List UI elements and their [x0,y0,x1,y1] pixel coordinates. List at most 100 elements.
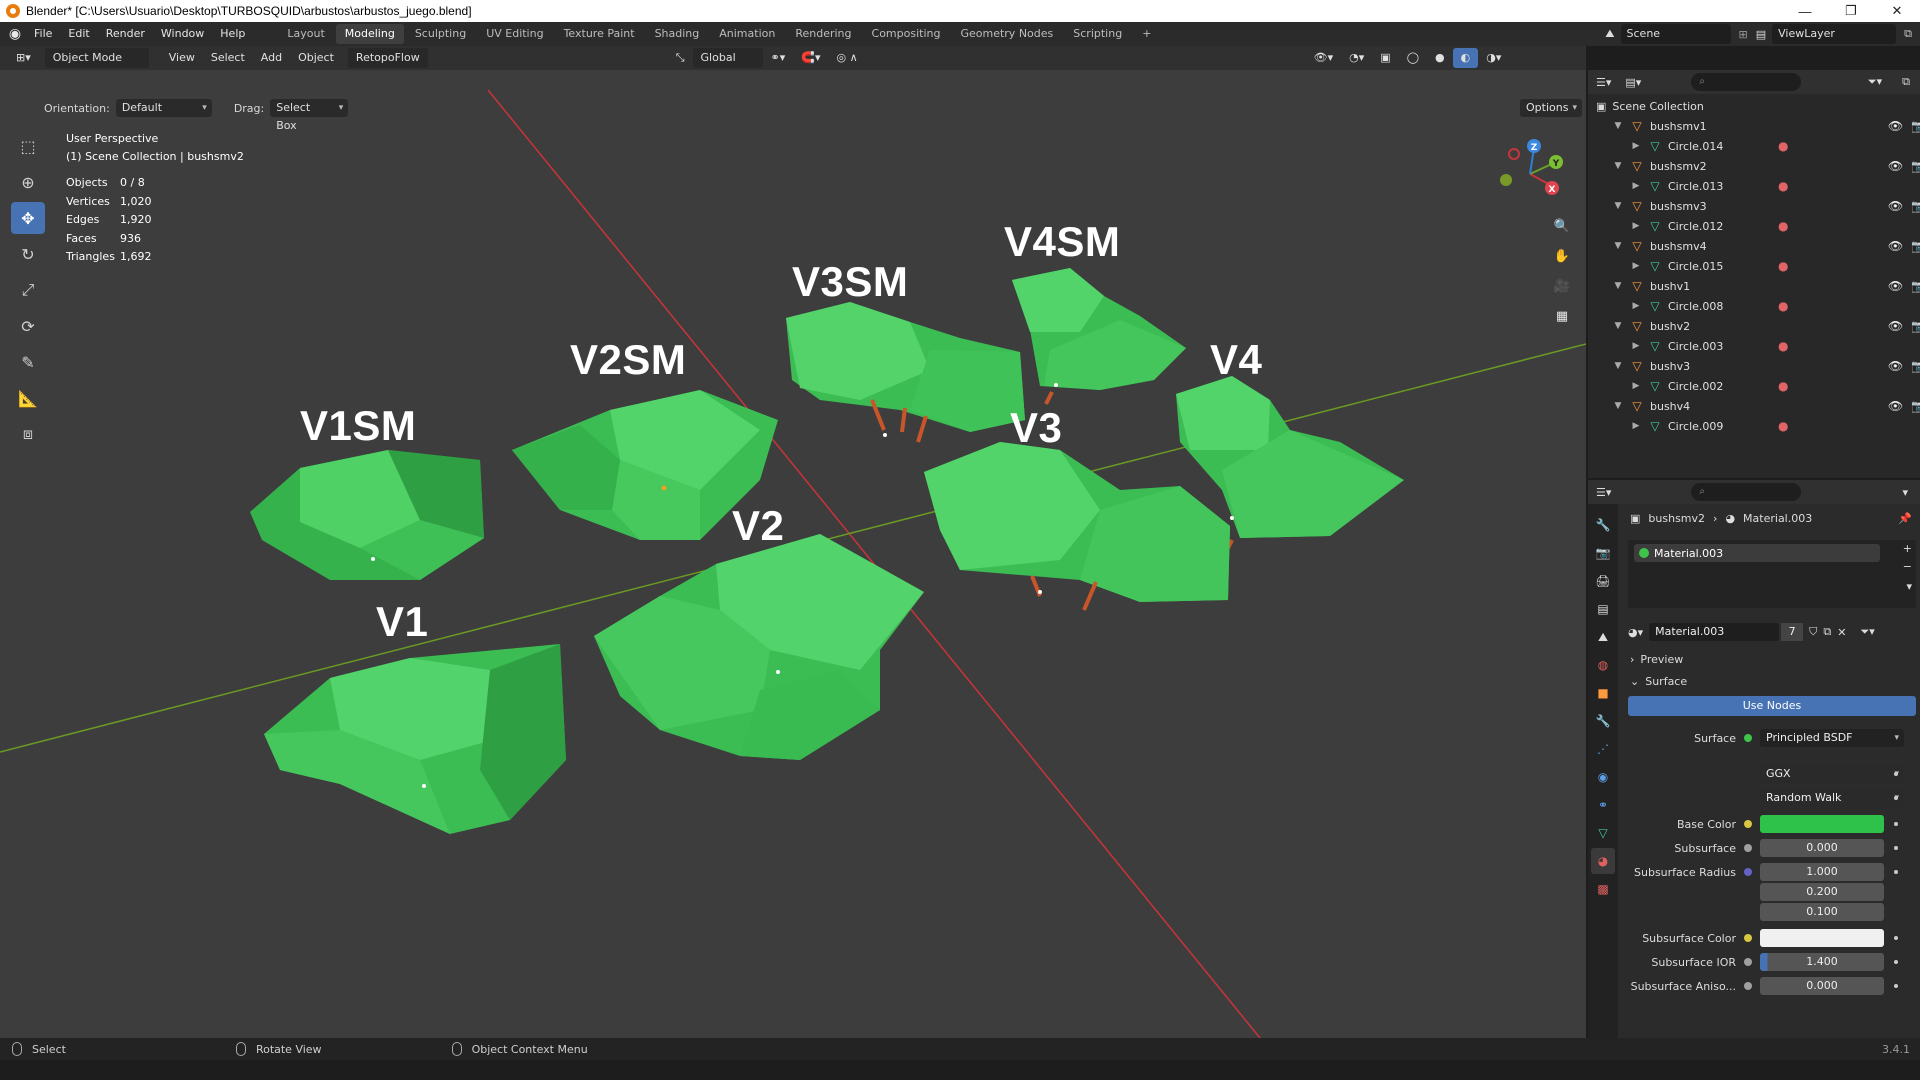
workspace-tab-scripting[interactable]: Scripting [1064,24,1131,44]
close-button[interactable]: ✕ [1874,0,1920,22]
properties-search-input[interactable]: ⌕ [1691,483,1802,501]
expand-arrow-icon[interactable]: ▶ [1630,181,1642,191]
rotate-tool-icon[interactable]: ↻ [11,238,45,270]
workspace-tab-sculpting[interactable]: Sculpting [406,24,475,44]
transform-orientation-icon[interactable]: ⤡ [668,48,693,68]
expand-arrow-icon[interactable]: ▼ [1612,401,1624,411]
outliner-mesh-row[interactable]: ▶ ▽ Circle.008 ● [1630,296,1920,316]
material-users-count[interactable]: 7 [1781,623,1804,641]
constraints-tab-icon[interactable]: ⚭ [1591,792,1615,818]
outliner-editor-icon[interactable]: ☰▾ [1596,76,1611,89]
transform-orientation-dropdown[interactable]: Global [692,48,763,68]
pan-hand-icon[interactable]: ✋ [1550,244,1574,268]
proportional-edit-icon[interactable]: ◎ ∧ [829,48,866,68]
eye-icon[interactable]: 👁 [1888,399,1903,413]
workspace-tab-compositing[interactable]: Compositing [863,24,950,44]
outliner-scene-collection[interactable]: ▣ Scene Collection [1596,96,1916,116]
view-layer-add-icon[interactable]: ⧉ [1904,27,1912,41]
expand-arrow-icon[interactable]: ▼ [1612,361,1624,371]
expand-arrow-icon[interactable]: ▶ [1630,221,1642,231]
camera-view-icon[interactable]: 🎥 [1550,274,1574,298]
add-slot-icon[interactable]: + [1903,542,1912,555]
scene-tab-icon[interactable]: ⛰ [1591,624,1615,650]
select-box-tool-icon[interactable]: ⬚ [11,130,45,162]
filter-icon[interactable]: ⏷▾ [1868,75,1882,89]
retopoflow-menu[interactable]: RetopoFlow [347,48,428,68]
expand-arrow-icon[interactable]: ▶ [1630,421,1642,431]
outliner-display-icon[interactable]: ▤▾ [1625,76,1641,89]
expand-arrow-icon[interactable]: ▶ [1630,381,1642,391]
zoom-icon[interactable]: 🔍 [1550,214,1574,238]
outliner-mesh-row[interactable]: ▶ ▽ Circle.015 ● [1630,256,1920,276]
material-browse-icon[interactable]: ◕▾ [1628,626,1643,639]
pivot-icon[interactable]: ⚭▾ [763,48,794,68]
subsurface-radius-y-field[interactable]: 0.200 [1760,883,1884,901]
outliner-mesh-row[interactable]: ▶ ▽ Circle.013 ● [1630,176,1920,196]
fake-user-icon[interactable]: ⛉ [1809,625,1817,639]
shading-rendered-icon[interactable]: ◑▾ [1478,48,1509,68]
gizmo-toggle-icon[interactable]: 👁▾ [1306,48,1342,68]
new-collection-icon[interactable]: ⧉ [1902,75,1910,89]
camera-icon[interactable]: 📷 [1911,359,1920,373]
surface-section[interactable]: ⌄ Surface [1624,670,1920,692]
camera-icon[interactable]: 📷 [1911,159,1920,173]
data-tab-icon[interactable]: ▽ [1591,820,1615,846]
menu-help[interactable]: Help [212,22,253,46]
minimize-button[interactable]: — [1782,0,1828,22]
add-menu[interactable]: Add [253,48,290,68]
keyframe-dot[interactable] [1894,822,1898,826]
eye-icon[interactable]: 👁 [1888,319,1903,333]
view-menu[interactable]: View [161,48,203,68]
outliner-object-row[interactable]: ▼ ▽ bushsmv2 👁 📷 [1612,156,1920,176]
eye-icon[interactable]: 👁 [1888,279,1903,293]
workspace-tab-uv-editing[interactable]: UV Editing [477,24,552,44]
physics-tab-icon[interactable]: ◉ [1591,764,1615,790]
tool-tab-icon[interactable]: 🔧 [1591,512,1615,538]
material-tab-icon[interactable]: ◕ [1591,848,1615,874]
keyframe-dot[interactable] [1894,984,1898,988]
render-tab-icon[interactable]: 📷 [1591,540,1615,566]
snap-icon[interactable]: 🧲▾ [793,48,828,68]
object-mode-dropdown[interactable]: Object Mode [44,48,149,68]
object-tab-icon[interactable]: ■ [1591,680,1615,706]
expand-arrow-icon[interactable]: ▼ [1612,281,1624,291]
material-link-icon[interactable]: ⏷▾ [1860,625,1874,639]
camera-icon[interactable]: 📷 [1911,399,1920,413]
measure-tool-icon[interactable]: 📐 [11,382,45,414]
outliner-mesh-row[interactable]: ▶ ▽ Circle.012 ● [1630,216,1920,236]
outliner-mesh-row[interactable]: ▶ ▽ Circle.009 ● [1630,416,1920,436]
subsurface-field[interactable]: 0.000 [1760,839,1884,857]
object-menu[interactable]: Object [290,48,342,68]
drag-dropdown[interactable]: Select Box [270,99,349,132]
pin-icon[interactable]: 📌 [1898,512,1912,525]
bush-v1sm[interactable] [250,450,484,580]
bush-v3[interactable] [924,442,1230,611]
annotate-tool-icon[interactable]: ✎ [11,346,45,378]
slot-menu-icon[interactable]: ▾ [1906,580,1912,593]
menu-edit[interactable]: Edit [60,22,97,46]
keyframe-dot[interactable] [1894,936,1898,940]
menu-file[interactable]: File [26,22,60,46]
eye-icon[interactable]: 👁 [1888,119,1903,133]
ortho-grid-icon[interactable]: ▦ [1550,304,1574,328]
keyframe-dot[interactable] [1894,870,1898,874]
eye-icon[interactable]: 👁 [1888,239,1903,253]
shading-solid-icon[interactable]: ● [1427,48,1453,68]
subsurface-ior-field[interactable]: 1.400 [1760,953,1884,971]
properties-options-icon[interactable]: ▾ [1902,486,1908,499]
scene-field[interactable]: Scene [1620,24,1731,44]
workspace-tab-shading[interactable]: Shading [646,24,709,44]
scene-icon[interactable]: ⛰ [1605,27,1614,41]
orientation-dropdown[interactable]: Default [115,99,212,117]
add-workspace-button[interactable]: + [1133,24,1160,44]
subsurface-aniso-field[interactable]: 0.000 [1760,977,1884,995]
surface-shader-field[interactable]: Principled BSDF [1760,729,1904,747]
transform-tool-icon[interactable]: ⟳ [11,310,45,342]
outliner-object-row[interactable]: ▼ ▽ bushsmv1 👁 📷 [1612,116,1920,136]
navigation-gizmo[interactable]: X Y Z [1490,136,1570,216]
material-slot[interactable]: Material.003 [1634,544,1880,562]
workspace-tab-texture-paint[interactable]: Texture Paint [555,24,644,44]
blender-menu-icon[interactable]: ◉ [4,23,26,45]
world-tab-icon[interactable]: ◍ [1591,652,1615,678]
outliner-search-input[interactable]: ⌕ [1691,73,1802,91]
